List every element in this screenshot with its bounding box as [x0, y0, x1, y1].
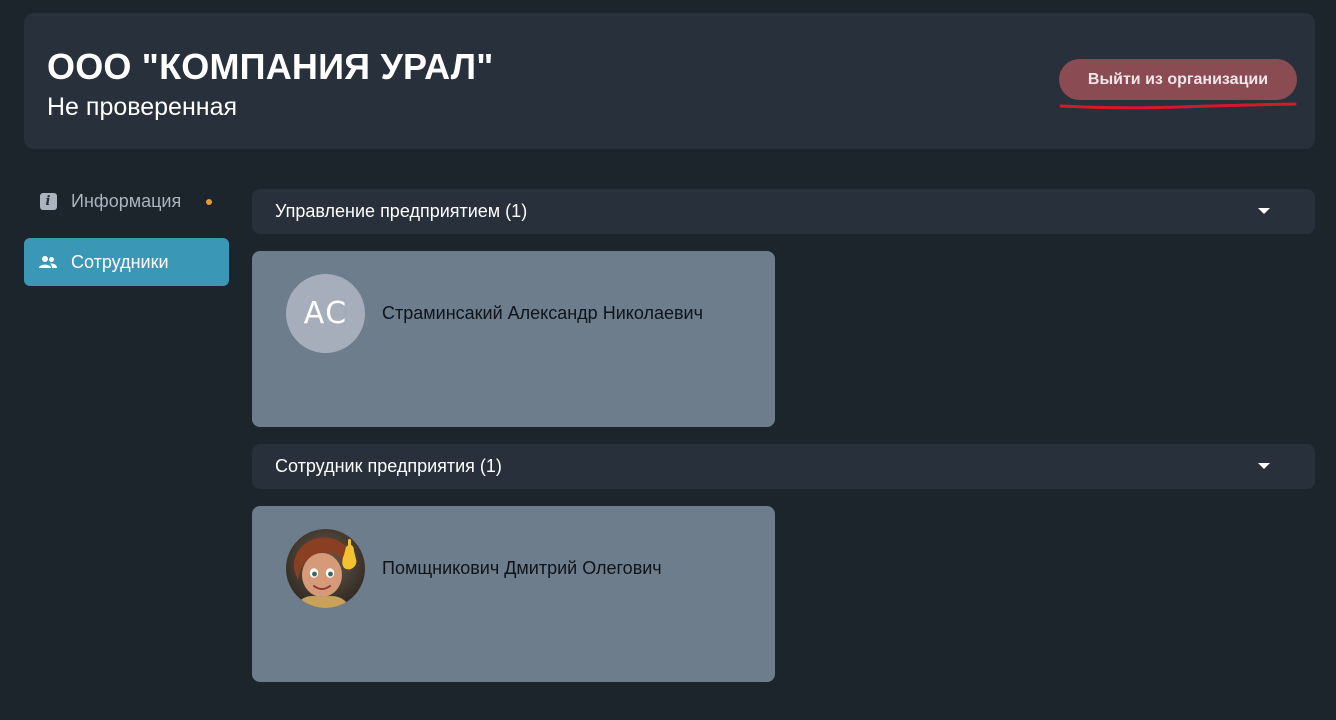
org-title: ООО "КОМПАНИЯ УРАЛ" — [47, 46, 494, 87]
employee-name: Страминсакий Александр Николаевич — [382, 303, 703, 323]
info-icon: i — [39, 192, 57, 210]
avatar — [286, 529, 365, 608]
section-header-management[interactable]: Управление предприятием (1) — [252, 189, 1315, 234]
org-header: ООО "КОМПАНИЯ УРАЛ" Не проверенная Выйти… — [24, 13, 1315, 149]
section-title: Сотрудник предприятия (1) — [275, 456, 502, 476]
employee-name: Помщникович Дмитрий Олегович — [382, 558, 662, 578]
employee-card[interactable]: АС Страминсакий Александр Николаевич — [252, 251, 775, 427]
chevron-down-icon — [1258, 208, 1270, 214]
notification-dot — [206, 199, 212, 205]
employee-card[interactable]: Помщникович Дмитрий Олегович — [252, 506, 775, 682]
section-header-employees[interactable]: Сотрудник предприятия (1) — [252, 444, 1315, 489]
sidebar-item-label: Информация — [71, 190, 182, 211]
annotation-underline — [1059, 102, 1297, 110]
sidebar-item-employees[interactable]: Сотрудники — [24, 238, 229, 286]
users-icon — [39, 253, 57, 271]
chevron-down-icon — [1258, 463, 1270, 469]
sidebar-item-information[interactable]: i Информация — [24, 177, 229, 225]
section-title: Управление предприятием (1) — [275, 201, 528, 221]
leave-organization-button[interactable]: Выйти из организации — [1059, 59, 1297, 100]
sidebar-item-label: Сотрудники — [71, 251, 169, 272]
avatar: АС — [286, 274, 365, 353]
org-status: Не проверенная — [47, 93, 238, 121]
